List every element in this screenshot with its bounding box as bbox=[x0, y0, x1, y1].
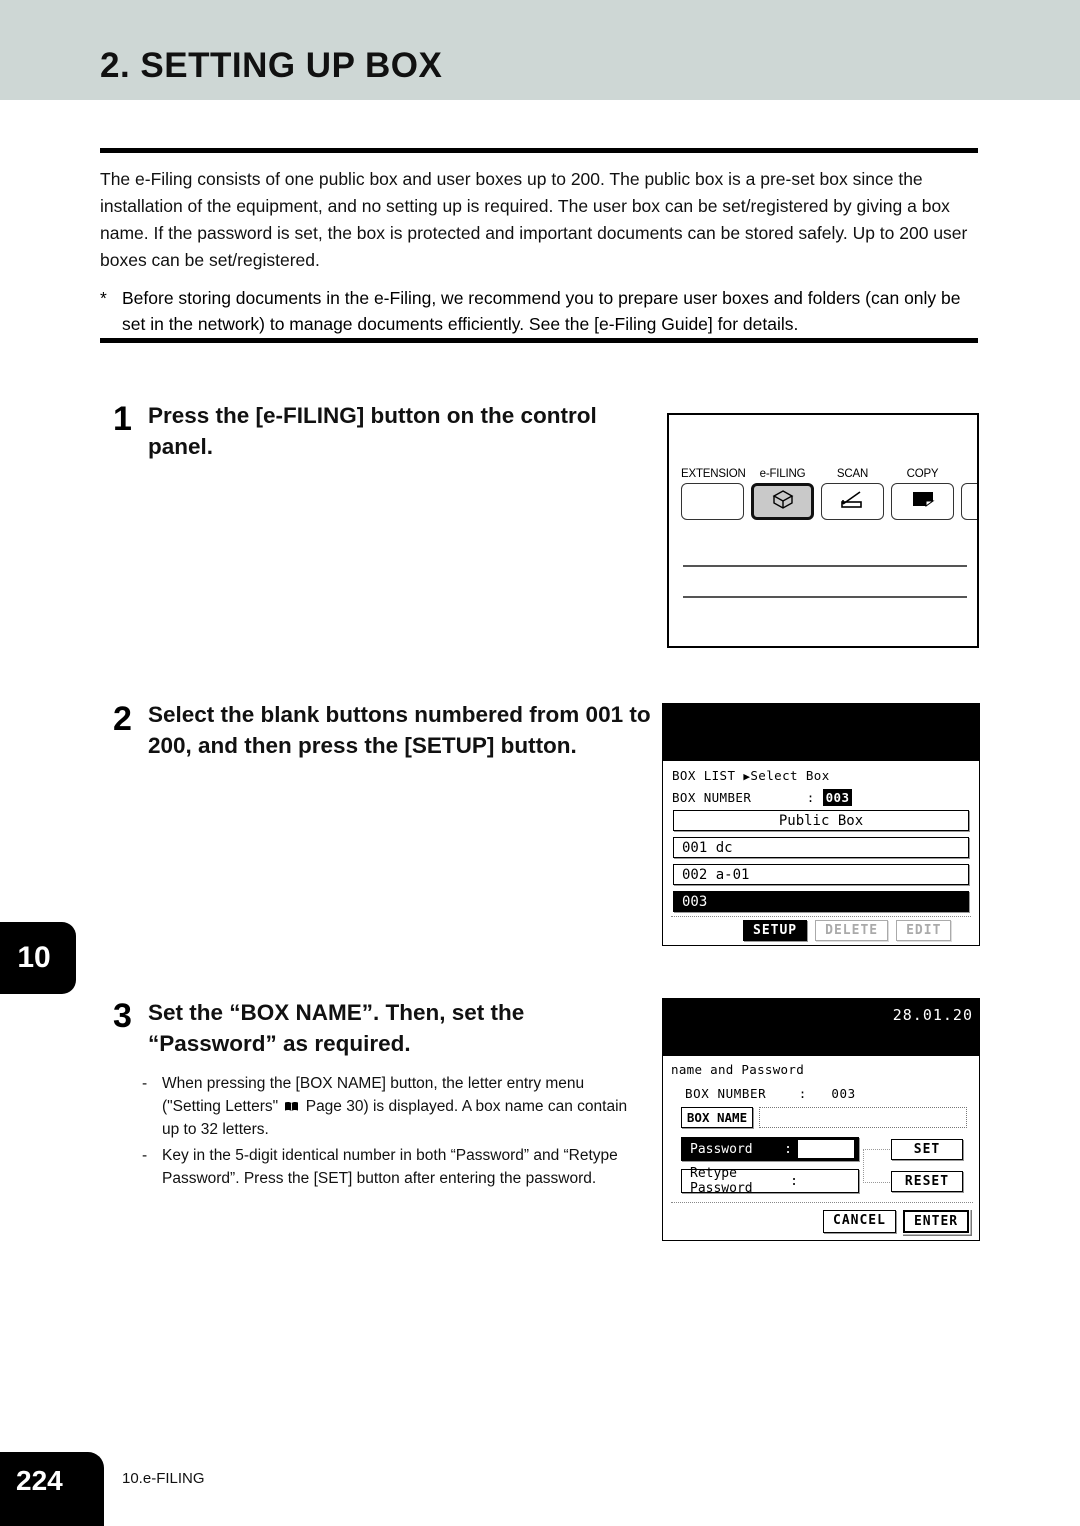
box-number-colon: : bbox=[806, 790, 815, 805]
password-input[interactable] bbox=[798, 1140, 854, 1158]
footer-chapter-label: 10.e-FILING bbox=[122, 1470, 205, 1487]
page-title: 2. SETTING UP BOX bbox=[100, 46, 443, 85]
password-colon: : bbox=[784, 1141, 792, 1157]
box-list-item-label: 001 dc bbox=[682, 839, 733, 856]
control-panel-label-extension: EXTENSION bbox=[681, 468, 746, 480]
retype-password-colon: : bbox=[790, 1173, 798, 1189]
box-number-value: 003 bbox=[822, 789, 853, 806]
password-label: Password bbox=[690, 1141, 753, 1157]
control-panel-label-fax: FA bbox=[961, 468, 977, 480]
intro-paragraph: The e-Filing consists of one public box … bbox=[100, 166, 980, 274]
intro-rule-top bbox=[100, 148, 978, 153]
lcd-password-title: name and Password bbox=[671, 1062, 805, 1077]
box-name-field[interactable] bbox=[759, 1107, 967, 1128]
page-number-tab: 224 bbox=[0, 1452, 104, 1526]
delete-button[interactable]: DELETE bbox=[815, 920, 889, 941]
box-list-item-001[interactable]: 001 dc bbox=[673, 837, 969, 858]
intro-rule-bottom bbox=[100, 338, 978, 343]
book-icon bbox=[284, 1096, 299, 1111]
control-panel-button-extension[interactable] bbox=[681, 483, 744, 520]
control-panel-cell-fax: FA bbox=[961, 468, 977, 520]
password-divider bbox=[671, 1202, 973, 1203]
edit-button[interactable]: EDIT bbox=[896, 920, 952, 941]
step-2-heading: Select the blank buttons numbered from 0… bbox=[148, 702, 651, 758]
box-list-item-003[interactable]: 003 bbox=[673, 891, 969, 912]
password-bottom-button-row: CANCEL ENTER bbox=[823, 1210, 970, 1233]
lcd-password-topbar: 28.01.20 bbox=[663, 999, 979, 1056]
setup-button[interactable]: SETUP bbox=[743, 920, 808, 941]
breadcrumb-current: Select Box bbox=[750, 768, 830, 783]
step-3-number: 3 bbox=[113, 997, 132, 1035]
box-list-divider bbox=[671, 916, 971, 917]
control-panel-divider-2 bbox=[683, 596, 967, 598]
step-1-heading: Press the [e-FILING] button on the contr… bbox=[148, 403, 597, 459]
control-panel-cell-scan: SCAN bbox=[821, 468, 884, 520]
control-panel-cell-extension: EXTENSION bbox=[681, 468, 746, 520]
list-item: - When pressing the [BOX NAME] button, t… bbox=[142, 1072, 642, 1141]
box-list-item-label: Public Box bbox=[778, 812, 864, 829]
box-cube-icon bbox=[772, 489, 794, 515]
control-panel-button-efiling[interactable] bbox=[751, 483, 814, 520]
lcd-box-list-box-number: BOX NUMBER : 003 bbox=[672, 789, 853, 806]
control-panel-button-scan[interactable] bbox=[821, 483, 884, 520]
box-list-item-label: 003 bbox=[682, 893, 708, 910]
page-number: 224 bbox=[16, 1465, 63, 1496]
control-panel-button-fax[interactable] bbox=[961, 483, 977, 520]
control-panel-label-scan: SCAN bbox=[836, 468, 869, 480]
note-text: Before storing documents in the e-Filing… bbox=[122, 288, 961, 334]
bullet-dash: - bbox=[142, 1147, 148, 1164]
lcd-password-box-number: BOX NUMBER : 003 bbox=[685, 1086, 856, 1101]
copy-icon bbox=[911, 490, 935, 513]
control-panel-divider-1 bbox=[683, 565, 967, 567]
box-list-item-002[interactable]: 002 a-01 bbox=[673, 864, 969, 885]
scanner-icon bbox=[840, 490, 866, 514]
lcd-screen-box-list: BOX LIST ▶Select Box BOX NUMBER : 003 Pu… bbox=[662, 703, 980, 946]
password-set-connector bbox=[863, 1149, 890, 1183]
lcd-date-display: 28.01.20 bbox=[892, 1006, 973, 1024]
intro-paragraph-text: The e-Filing consists of one public box … bbox=[100, 169, 968, 270]
retype-password-row[interactable]: Retype Password : bbox=[681, 1166, 859, 1196]
box-name-button[interactable]: BOX NAME bbox=[681, 1107, 753, 1128]
chapter-tab-number: 10 bbox=[17, 941, 51, 974]
cancel-button[interactable]: CANCEL bbox=[823, 1210, 896, 1233]
box-list-item-label: 002 a-01 bbox=[682, 866, 750, 883]
box-list-item-public[interactable]: Public Box bbox=[673, 810, 969, 831]
list-item: - Key in the 5-digit identical number in… bbox=[142, 1144, 642, 1190]
control-panel-cell-copy: COPY bbox=[891, 468, 954, 520]
control-panel-button-copy[interactable] bbox=[891, 483, 954, 520]
note-marker: * bbox=[100, 288, 107, 308]
breadcrumb-root: BOX LIST bbox=[672, 768, 736, 783]
intro-note: * Before storing documents in the e-Fili… bbox=[100, 285, 984, 337]
enter-button[interactable]: ENTER bbox=[902, 1210, 970, 1233]
set-button[interactable]: SET bbox=[891, 1139, 963, 1160]
step-3-bullets: - When pressing the [BOX NAME] button, t… bbox=[142, 1072, 642, 1193]
step-1-number: 1 bbox=[113, 400, 132, 438]
step-2-number: 2 bbox=[113, 700, 132, 738]
password-row[interactable]: Password : bbox=[681, 1137, 859, 1161]
box-number-colon: : bbox=[798, 1086, 807, 1101]
retype-password-label: Retype Password bbox=[690, 1166, 753, 1196]
control-panel-illustration: EXTENSION e-FILING SCAN COPY bbox=[667, 413, 979, 648]
bullet-dash: - bbox=[142, 1075, 148, 1092]
lcd-screen-name-password: 28.01.20 name and Password BOX NUMBER : … bbox=[662, 998, 980, 1241]
lcd-box-list-breadcrumb: BOX LIST ▶Select Box bbox=[672, 768, 830, 783]
box-number-label: BOX NUMBER bbox=[685, 1086, 767, 1101]
bullet-text: When pressing the [BOX NAME] button, the… bbox=[162, 1072, 642, 1141]
control-panel-label-copy: COPY bbox=[906, 468, 939, 480]
chapter-tab: 10 bbox=[0, 922, 76, 994]
control-panel-label-efiling: e-FILING bbox=[759, 468, 806, 480]
box-number-label: BOX NUMBER bbox=[672, 790, 752, 805]
control-panel-button-row: EXTENSION e-FILING SCAN COPY bbox=[681, 468, 977, 520]
step-3-heading: Set the “BOX NAME”. Then, set the “Passw… bbox=[148, 1000, 525, 1056]
bullet-text: Key in the 5-digit identical number in b… bbox=[162, 1147, 618, 1187]
reset-button[interactable]: RESET bbox=[891, 1171, 963, 1192]
box-list-button-row: SETUP DELETE EDIT bbox=[743, 920, 952, 941]
control-panel-cell-efiling: e-FILING bbox=[751, 468, 814, 520]
box-number-value: 003 bbox=[831, 1086, 856, 1101]
lcd-box-list-topbar bbox=[663, 704, 979, 761]
